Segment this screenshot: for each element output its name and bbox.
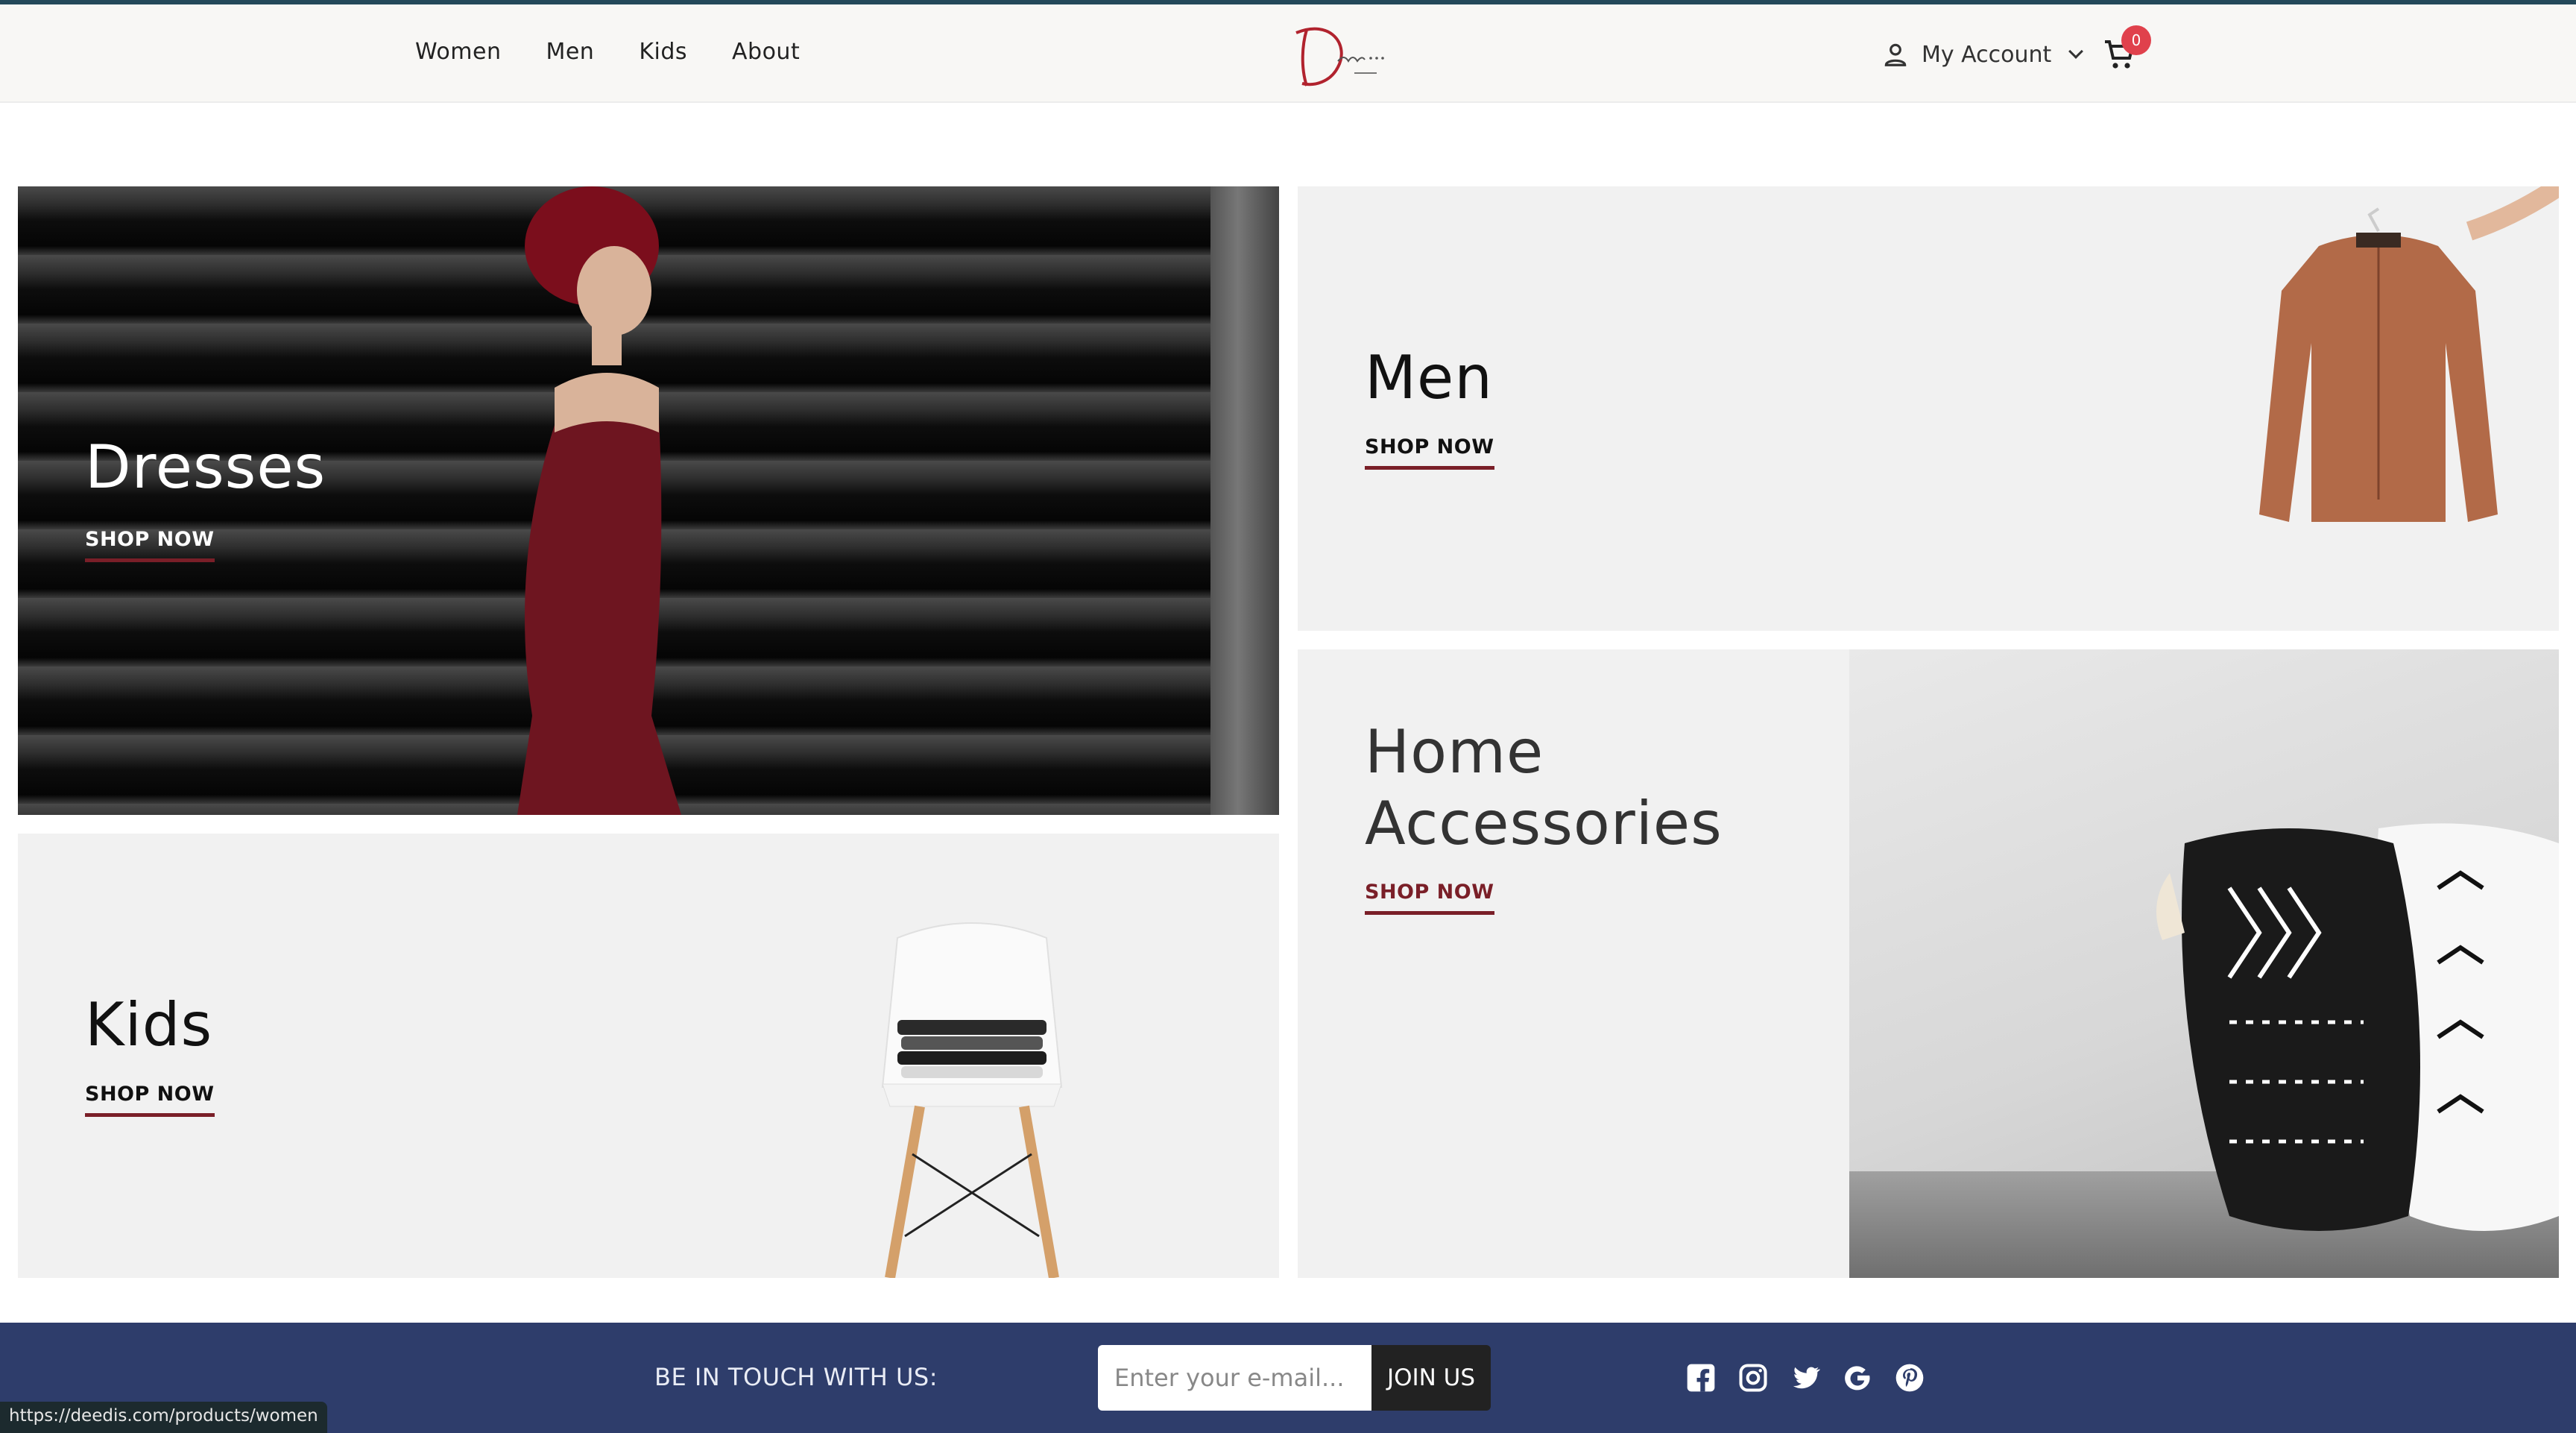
woman-in-red-dress-image	[517, 186, 681, 815]
kids-shop-now-link[interactable]: SHOP NOW	[85, 1083, 215, 1117]
newsletter-label: BE IN TOUCH WITH US:	[654, 1363, 938, 1391]
home-title-line2: Accessories	[1365, 789, 1723, 858]
instagram-icon[interactable]	[1737, 1361, 1770, 1394]
user-icon	[1884, 43, 1907, 66]
home-accessories-title: Home Accessories	[1365, 716, 1887, 860]
my-account-label: My Account	[1922, 41, 2052, 68]
jacket-on-hanger-image	[2259, 186, 2559, 522]
kids-title: Kids	[85, 990, 213, 1059]
chevron-down-icon	[2068, 44, 2084, 59]
nav-women[interactable]: Women	[415, 39, 501, 65]
category-tile-home-accessories[interactable]: Home Accessories SHOP NOW	[1298, 649, 2559, 1278]
dresses-title: Dresses	[85, 432, 326, 502]
men-shop-now-link[interactable]: SHOP NOW	[1365, 435, 1494, 470]
deedis-logo[interactable]	[1286, 15, 1398, 97]
browser-status-url: https://deedis.com/products/women	[0, 1402, 327, 1433]
home-title-line1: Home	[1365, 717, 1544, 787]
category-tile-dresses[interactable]: Dresses SHOP NOW	[18, 186, 1279, 815]
google-icon[interactable]	[1841, 1361, 1874, 1394]
site-footer: BE IN TOUCH WITH US: JOIN US	[0, 1323, 2576, 1433]
home-shop-now-link[interactable]: SHOP NOW	[1365, 881, 1494, 915]
site-header: Women Men Kids About My Account 0	[0, 4, 2576, 103]
my-account-menu[interactable]: My Account	[1881, 40, 2084, 69]
category-tile-men[interactable]: Men SHOP NOW	[1298, 186, 2559, 631]
pinterest-icon[interactable]	[1893, 1361, 1926, 1394]
newsletter-email-input[interactable]	[1098, 1345, 1372, 1411]
main-nav: Women Men Kids About	[415, 39, 800, 65]
chair-with-clothes-image	[881, 922, 1063, 1278]
twitter-icon[interactable]	[1789, 1361, 1822, 1394]
nav-men[interactable]: Men	[546, 39, 594, 65]
cart-count-badge: 0	[2121, 25, 2151, 55]
nav-kids[interactable]: Kids	[639, 39, 687, 65]
patterned-pillows-image	[2156, 823, 2559, 1231]
join-us-button[interactable]: JOIN US	[1371, 1345, 1491, 1411]
dresses-wall-edge	[1210, 186, 1279, 815]
category-tile-kids[interactable]: Kids SHOP NOW	[18, 834, 1279, 1278]
men-title: Men	[1365, 343, 1493, 412]
facebook-icon[interactable]	[1685, 1361, 1717, 1394]
dresses-shop-now-link[interactable]: SHOP NOW	[85, 528, 215, 562]
social-links	[1685, 1361, 1926, 1394]
nav-about[interactable]: About	[732, 39, 800, 65]
